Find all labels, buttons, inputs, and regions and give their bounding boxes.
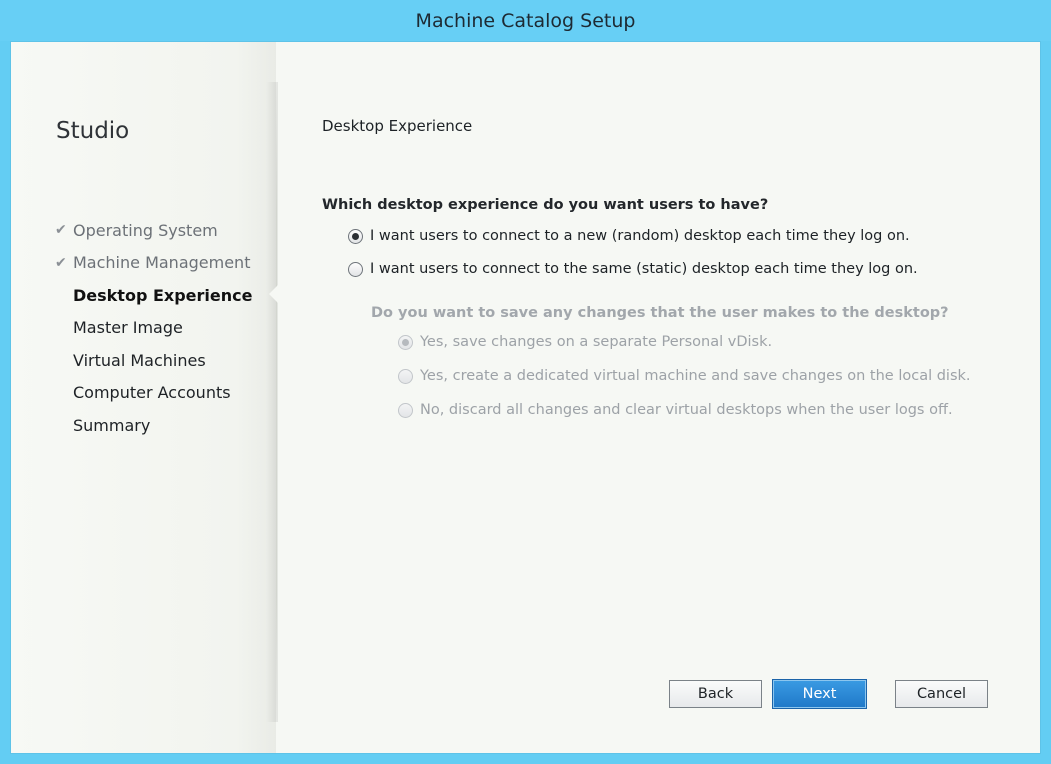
radio-button: [398, 368, 413, 384]
checkmark-icon: ✔: [55, 222, 67, 239]
next-button[interactable]: Next: [772, 679, 867, 709]
radio-button[interactable]: [348, 228, 363, 244]
wizard-content: Desktop Experience Which desktop experie…: [277, 42, 1040, 753]
radio-button[interactable]: [348, 261, 363, 277]
option-static-desktop[interactable]: I want users to connect to the same (sta…: [348, 261, 918, 277]
option-label: Yes, create a dedicated virtual machine …: [420, 368, 971, 384]
option-label: No, discard all changes and clear virtua…: [420, 402, 953, 418]
wizard-window: Studio ✔ Operating System ✔ Machine Mana…: [10, 41, 1041, 754]
title-bar: Machine Catalog Setup: [0, 0, 1051, 41]
step-list: ✔ Operating System ✔ Machine Management …: [55, 214, 252, 442]
step-label: Operating System: [73, 220, 218, 240]
radio-button: [398, 334, 413, 350]
page-title: Desktop Experience: [322, 117, 473, 135]
window-title: Machine Catalog Setup: [415, 9, 636, 32]
radio-button: [398, 402, 413, 418]
option-label: Yes, save changes on a separate Personal…: [420, 334, 773, 350]
step-label: Machine Management: [73, 253, 251, 273]
option-label: I want users to connect to the same (sta…: [370, 261, 918, 277]
save-changes-question: Do you want to save any changes that the…: [371, 305, 949, 321]
step-master-image: Master Image: [55, 312, 252, 345]
desktop-experience-question: Which desktop experience do you want use…: [322, 197, 769, 213]
step-summary: Summary: [55, 409, 252, 442]
option-personal-vdisk: Yes, save changes on a separate Personal…: [398, 334, 772, 350]
option-random-desktop[interactable]: I want users to connect to a new (random…: [348, 228, 910, 244]
step-label: Virtual Machines: [73, 350, 206, 370]
step-label: Desktop Experience: [73, 285, 253, 305]
step-virtual-machines: Virtual Machines: [55, 344, 252, 377]
wizard-sidebar: Studio ✔ Operating System ✔ Machine Mana…: [11, 42, 276, 753]
option-label: I want users to connect to a new (random…: [370, 228, 910, 244]
app-title: Studio: [56, 118, 130, 144]
step-computer-accounts: Computer Accounts: [55, 377, 252, 410]
back-button[interactable]: Back: [669, 680, 762, 708]
step-desktop-experience: Desktop Experience: [55, 279, 252, 312]
cancel-button[interactable]: Cancel: [895, 680, 988, 708]
step-operating-system: ✔ Operating System: [55, 214, 252, 247]
option-discard-changes: No, discard all changes and clear virtua…: [398, 402, 953, 418]
option-dedicated-vm: Yes, create a dedicated virtual machine …: [398, 368, 971, 384]
checkmark-icon: ✔: [55, 254, 67, 271]
step-label: Computer Accounts: [73, 383, 231, 403]
step-label: Summary: [73, 415, 151, 435]
step-label: Master Image: [73, 318, 183, 338]
step-machine-management: ✔ Machine Management: [55, 247, 252, 280]
